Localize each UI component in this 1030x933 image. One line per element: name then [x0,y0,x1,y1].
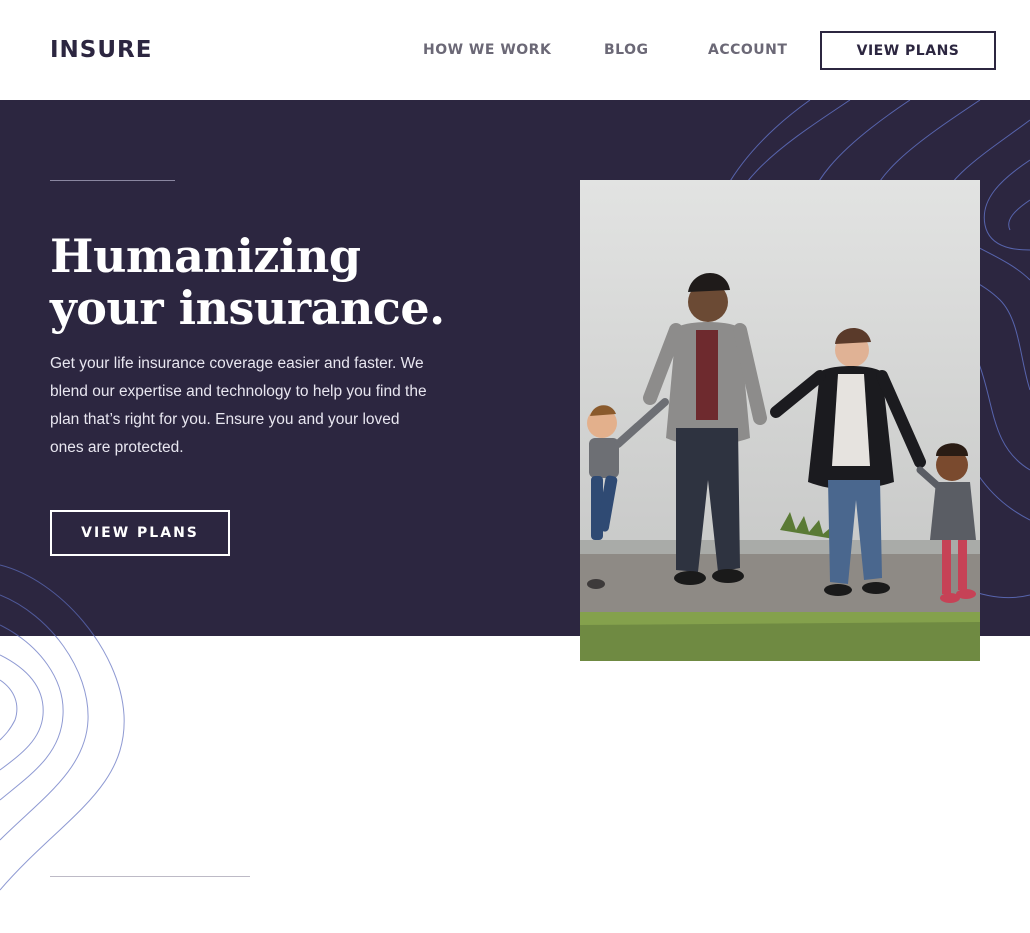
hero-view-plans-button[interactable]: VIEW PLANS [50,510,230,556]
hero-divider [50,180,175,181]
nav-link-blog[interactable]: BLOG [604,40,649,60]
contour-pattern-left [0,564,125,891]
nav-link-account[interactable]: ACCOUNT [708,40,787,60]
hero-title-line2: your insurance. [50,281,445,335]
section-divider [50,876,250,877]
site-header: INSURE HOW WE WORK BLOG ACCOUNT VIEW PLA… [0,0,1030,100]
nav-link-how-we-work[interactable]: HOW WE WORK [423,40,551,60]
hero-title-line1: Humanizing [50,229,361,283]
header-view-plans-button[interactable]: VIEW PLANS [820,31,996,70]
family-photo-illustration [580,180,980,661]
hero-description: Get your life insurance coverage easier … [50,355,427,456]
hero-title: Humanizing your insurance. [50,230,510,334]
logo[interactable]: INSURE [50,36,152,64]
family-photo [580,180,980,661]
